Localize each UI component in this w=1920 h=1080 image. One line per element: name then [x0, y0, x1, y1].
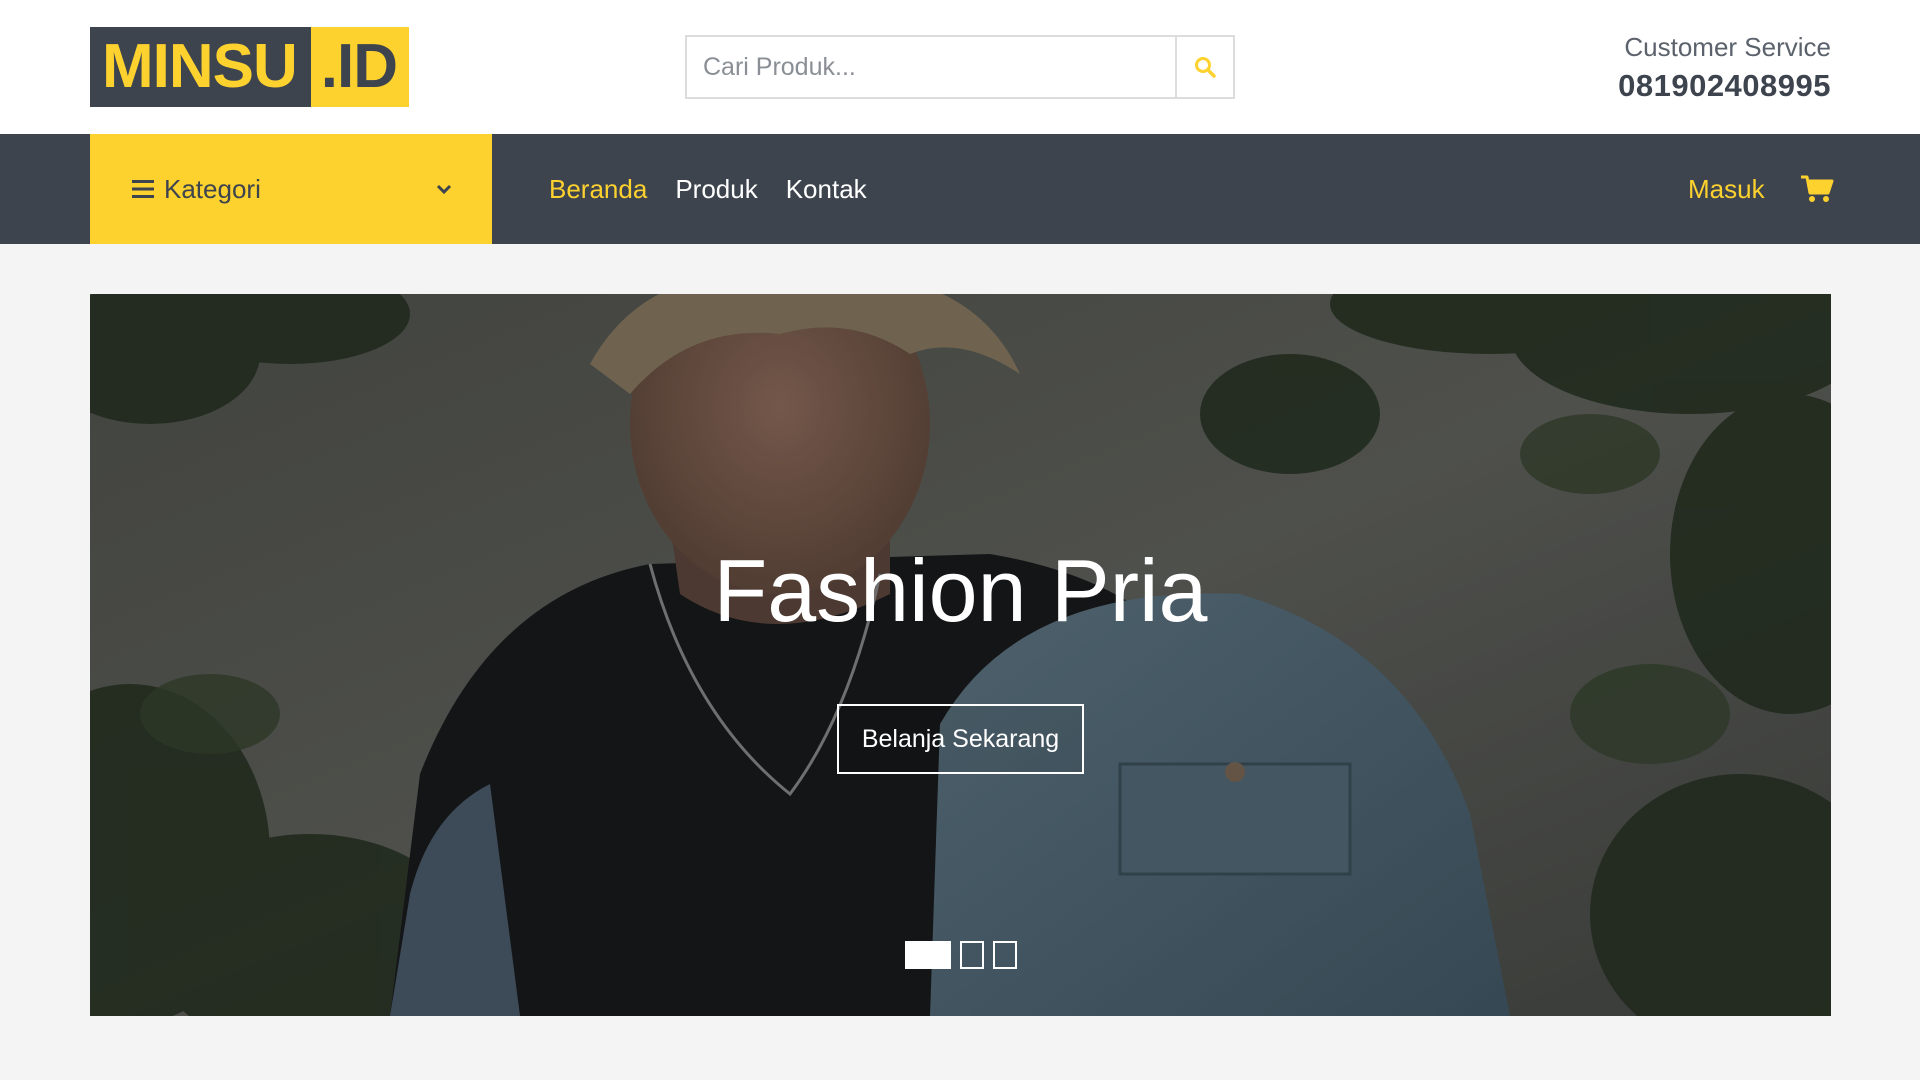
search-input[interactable] [687, 37, 1175, 97]
slider-dot-3[interactable] [993, 941, 1017, 969]
logo-ext-text: .ID [310, 27, 410, 107]
hero-title: Fashion Pria [713, 541, 1208, 640]
search-icon [1195, 57, 1216, 78]
nav-link-kontak[interactable]: Kontak [786, 174, 867, 205]
slider-indicators [905, 941, 1026, 969]
category-label: Kategori [164, 173, 261, 204]
category-dropdown[interactable]: Kategori [90, 134, 492, 244]
nav-links: Beranda Produk Kontak [549, 134, 895, 244]
main-navbar: Kategori Beranda Produk Kontak Masuk [0, 134, 1920, 244]
brand-logo[interactable]: MINSU .ID [90, 27, 410, 107]
nav-link-produk[interactable]: Produk [675, 174, 757, 205]
hamburger-icon [132, 180, 154, 198]
nav-link-beranda[interactable]: Beranda [549, 174, 647, 205]
slider-dot-1[interactable] [905, 941, 951, 969]
site-header: MINSU .ID Customer Service 081902408995 [0, 0, 1920, 134]
login-link[interactable]: Masuk [1688, 134, 1765, 244]
customer-service: Customer Service 081902408995 [1618, 30, 1831, 108]
cart-icon[interactable] [1800, 174, 1834, 204]
chevron-down-icon [436, 184, 452, 195]
hero-slider: Fashion Pria Belanja Sekarang [90, 294, 1831, 1016]
customer-service-phone: 081902408995 [1618, 68, 1831, 103]
slider-dot-2[interactable] [960, 941, 984, 969]
customer-service-label: Customer Service [1624, 32, 1831, 62]
logo-main-text: MINSU [90, 27, 311, 107]
search-bar [685, 35, 1235, 99]
search-button[interactable] [1175, 37, 1233, 97]
shop-now-button[interactable]: Belanja Sekarang [837, 704, 1084, 774]
hero-background-image [90, 294, 1831, 1016]
